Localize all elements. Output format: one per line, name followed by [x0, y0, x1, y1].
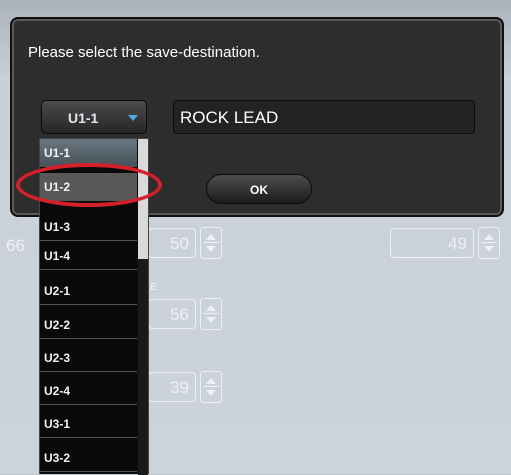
bg-value-box-2[interactable]: 49	[390, 228, 474, 258]
dropdown-option-u3-2[interactable]: U3-2	[40, 444, 137, 472]
bg-value-box-4[interactable]: 39	[148, 372, 196, 402]
bg-value-4: 39	[170, 378, 189, 397]
dialog-prompt: Please select the save-destination.	[28, 44, 260, 61]
spin-button-1[interactable]	[200, 227, 222, 259]
bg-value-box-3[interactable]: 56	[148, 299, 196, 329]
patch-name-field[interactable]: ROCK LEAD	[173, 100, 475, 134]
bg-value-3: 56	[170, 305, 189, 324]
chevron-down-icon	[128, 115, 138, 121]
dropdown-option-u2-4[interactable]: U2-4	[40, 377, 137, 405]
dropdown-option-u1-3[interactable]: U1-3	[40, 213, 137, 241]
dropdown-option-u2-3[interactable]: U2-3	[40, 344, 137, 372]
destination-select-value: U1-1	[68, 110, 99, 126]
dropdown-option-u2-2[interactable]: U2-2	[40, 311, 137, 339]
bg-value-2: 49	[448, 234, 467, 253]
dropdown-option-u3-1[interactable]: U3-1	[40, 410, 137, 438]
bg-value-left: 66	[6, 236, 25, 255]
spin-button-2[interactable]	[478, 227, 500, 259]
dropdown-option-u1-4[interactable]: U1-4	[40, 242, 137, 270]
bg-faint-label: E	[150, 282, 157, 293]
highlight-ring	[16, 163, 162, 207]
dropdown-option-u2-1[interactable]: U2-1	[40, 277, 137, 305]
bg-value-1: 50	[170, 234, 189, 253]
destination-select[interactable]: U1-1	[41, 100, 147, 134]
ok-button[interactable]: OK	[206, 174, 312, 204]
bg-value-box-1[interactable]: 50	[148, 228, 196, 258]
spin-button-3[interactable]	[200, 298, 222, 330]
spin-button-4[interactable]	[200, 371, 222, 403]
